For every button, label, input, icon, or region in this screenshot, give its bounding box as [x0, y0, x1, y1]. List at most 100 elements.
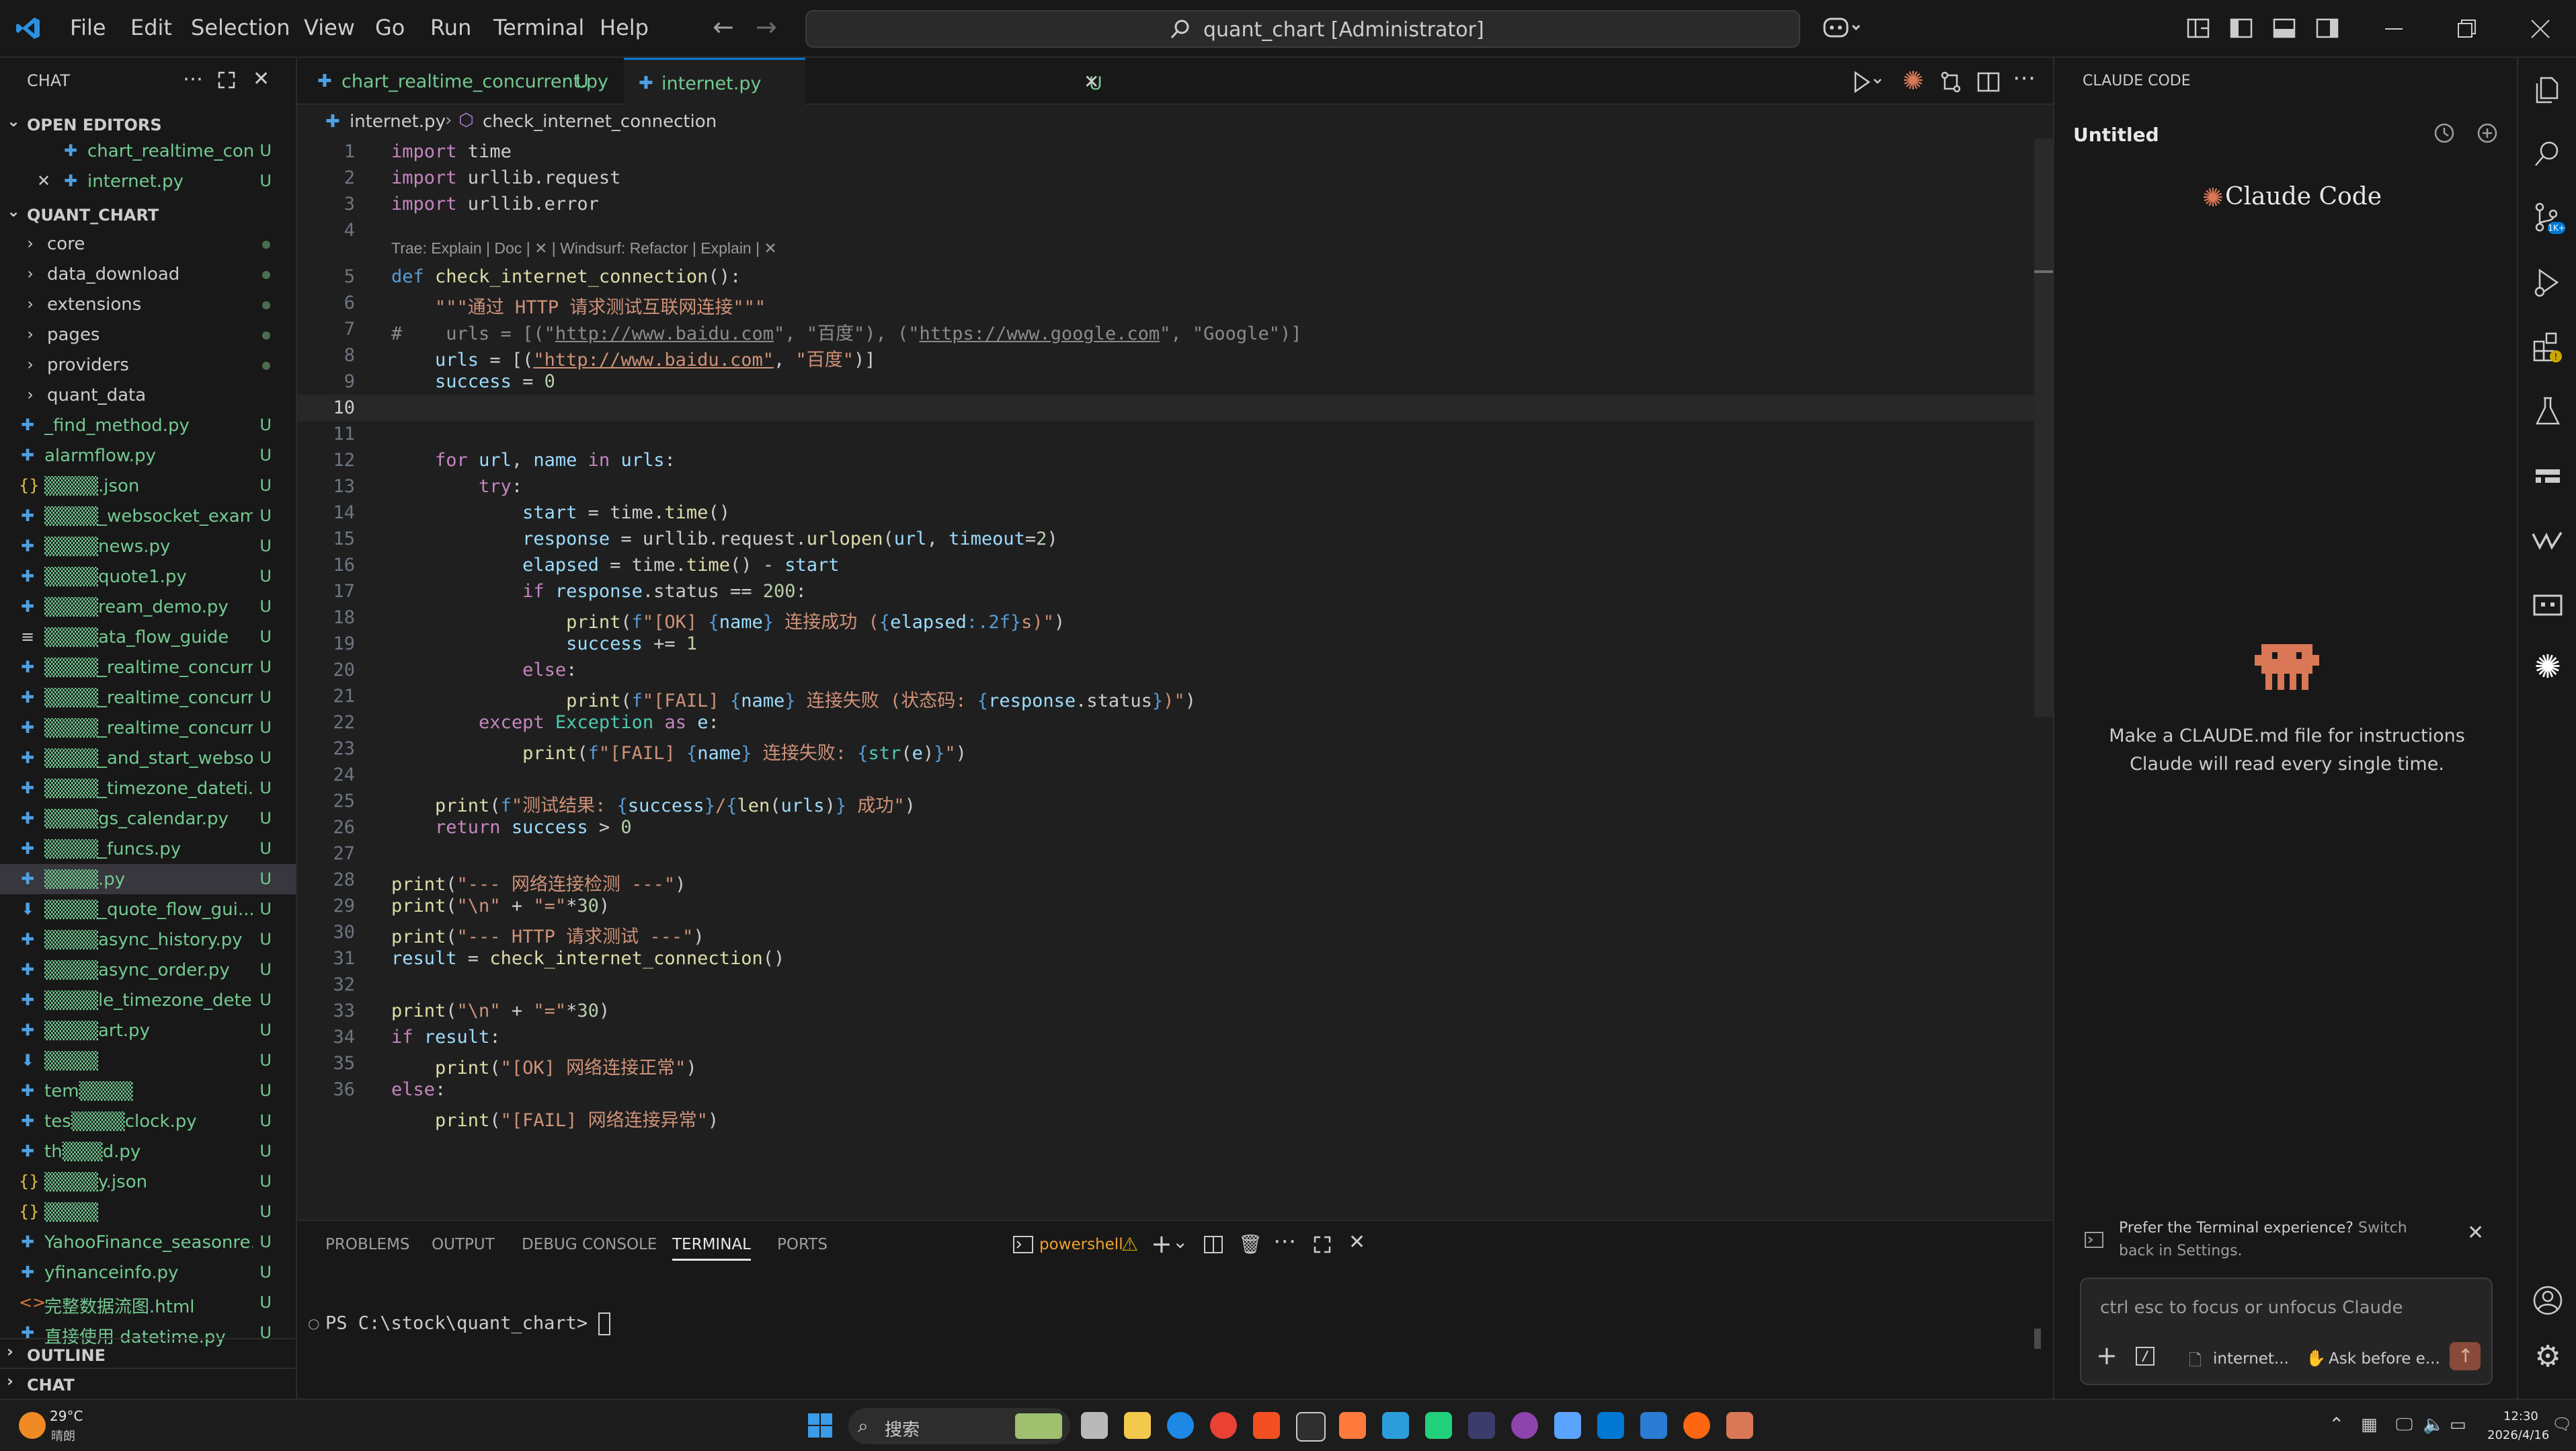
claude-prompt-input[interactable]: ctrl esc to focus or unfocus Claude + 🗋 … [2080, 1278, 2493, 1385]
more-tab-actions-icon[interactable]: ⋯ [2013, 65, 2036, 91]
close-sidebar-icon[interactable]: ✕ [253, 67, 270, 91]
command-center-search[interactable]: quant_chart [Administrator] [805, 10, 1800, 48]
nav-forward-icon[interactable]: → [756, 12, 777, 42]
file-item[interactable]: ✚ tes▒▒▒▒clock.py U [0, 1106, 296, 1136]
testing-flask-icon[interactable] [2530, 394, 2565, 429]
codelens-actions[interactable]: Trae: Explain | Doc | ✕ | Windsurf: Refa… [391, 239, 777, 258]
weather-icon[interactable] [19, 1412, 46, 1439]
vscode-taskbar-icon[interactable] [1597, 1412, 1624, 1439]
account-icon[interactable] [2530, 1283, 2565, 1318]
search-icon[interactable] [2530, 136, 2565, 171]
open-editor-item-active[interactable]: ✕ ✚ internet.py U [0, 166, 296, 196]
customize-layout-icon[interactable] [2186, 16, 2210, 40]
file-item[interactable]: ✚▒▒▒▒_realtime_concurre...U [0, 682, 296, 713]
split-editor-icon[interactable] [1976, 70, 2001, 94]
new-session-icon[interactable] [2475, 121, 2499, 145]
chevron-down-icon[interactable]: ⌄ [1172, 1230, 1188, 1253]
tab-debug-console[interactable]: DEBUG CONSOLE [522, 1236, 657, 1253]
run-and-debug-icon[interactable] [2530, 265, 2565, 300]
close-tab-icon[interactable]: ✕ [1084, 71, 1099, 93]
send-button[interactable]: ↑ [2450, 1342, 2481, 1370]
tab-terminal[interactable]: TERMINAL [672, 1236, 751, 1261]
toggle-secondary-sidebar-icon[interactable] [2315, 16, 2339, 40]
file-item[interactable]: ✚ ▒▒▒▒async_history.py U [0, 925, 296, 955]
folder-item[interactable]: › pages [0, 319, 296, 350]
tab-chart-realtime[interactable]: ✚ chart_realtime_concurrent.py U [297, 58, 624, 105]
file-explorer-icon[interactable] [1124, 1412, 1151, 1439]
file-item[interactable]: ✚ th▒▒▒d.py U [0, 1136, 296, 1167]
app-icon-orange[interactable] [1339, 1412, 1366, 1439]
file-item[interactable]: ✚ ▒▒▒▒_funcs.py U [0, 834, 296, 864]
file-item[interactable]: ✚▒▒▒▒_realtime_concurre...U [0, 713, 296, 743]
explorer-icon[interactable] [2530, 73, 2565, 108]
slash-command-icon[interactable] [2135, 1346, 2155, 1366]
folder-item[interactable]: › core [0, 229, 296, 259]
file-item[interactable]: ✚ ▒▒▒▒_timezone_dateti... U [0, 773, 296, 803]
volume-icon[interactable]: 🔈 [2423, 1415, 2444, 1435]
tab-internet-py[interactable]: ✚ internet.py U ✕ [624, 58, 1102, 107]
file-item[interactable]: ✚ _find_method.py U [0, 410, 296, 440]
nav-back-icon[interactable]: ← [713, 12, 734, 42]
chat-section[interactable]: › CHAT [0, 1368, 296, 1399]
folder-item[interactable]: › providers [0, 350, 296, 380]
permission-mode-chip[interactable]: Ask before e... [2329, 1350, 2440, 1368]
clock-date[interactable]: 2026/4/16 [2487, 1428, 2549, 1442]
file-item[interactable]: ✚ ▒▒▒▒_websocket_exam... U [0, 501, 296, 531]
menu-edit[interactable]: Edit [130, 15, 172, 40]
tab-ports[interactable]: PORTS [777, 1236, 828, 1253]
maximize-panel-icon[interactable] [1312, 1234, 1332, 1255]
menu-go[interactable]: Go [375, 15, 405, 40]
file-item[interactable]: ✚ ▒▒▒▒quote1.py U [0, 561, 296, 592]
tray-app-icon[interactable]: ▦ [2361, 1415, 2378, 1435]
dismiss-notice-icon[interactable]: ✕ [2467, 1221, 2484, 1245]
add-context-icon[interactable]: + [2096, 1341, 2118, 1370]
maximize-icon[interactable] [216, 70, 237, 90]
session-title[interactable]: Untitled [2073, 124, 2159, 146]
network-icon[interactable]: 🖵 [2396, 1415, 2413, 1436]
new-terminal-icon[interactable]: + [1151, 1229, 1172, 1259]
file-item[interactable]: ✚▒▒▒▒le_timezone_detect...U [0, 985, 296, 1015]
file-item[interactable]: ✚▒▒▒▒_and_start_websoc...U [0, 743, 296, 773]
folder-item[interactable]: › data_download [0, 259, 296, 289]
terminal-app-icon[interactable] [1296, 1412, 1326, 1442]
taskbar-search[interactable]: ⌕ 搜索 [848, 1408, 1070, 1444]
file-item[interactable]: ⬇ ▒▒▒▒ U [0, 1046, 296, 1076]
menu-file[interactable]: File [70, 15, 106, 40]
close-panel-icon[interactable]: ✕ [1349, 1230, 1365, 1254]
menu-terminal[interactable]: Terminal [493, 15, 584, 40]
chrome-browser-icon[interactable] [1210, 1412, 1237, 1439]
remote-explorer-icon[interactable] [2530, 459, 2565, 494]
open-editors-section[interactable]: ⌄ OPEN EDITORS [0, 109, 296, 139]
terminal-scrollbar[interactable] [2034, 1329, 2041, 1349]
word-icon[interactable] [1640, 1412, 1667, 1439]
outline-section[interactable]: › OUTLINE [0, 1338, 296, 1369]
pycharm-icon[interactable] [1425, 1412, 1452, 1439]
file-item[interactable]: ⬇ ▒▒▒▒_quote_flow_gui... U [0, 894, 296, 925]
compare-changes-icon[interactable] [1939, 70, 1963, 94]
claude-code-icon[interactable]: ✺ [1902, 66, 1924, 95]
source-control-icon[interactable]: 1K+ [2530, 200, 2565, 235]
file-item[interactable]: <> 完整数据流图.html U [0, 1288, 296, 1318]
trash-icon[interactable]: 🗑 [1238, 1233, 1262, 1255]
file-item[interactable]: ✚ ▒▒▒▒ream_demo.py U [0, 592, 296, 622]
notifications-icon[interactable]: 🗨 [2552, 1415, 2572, 1434]
breadcrumb-file[interactable]: internet.py [350, 112, 446, 132]
quant-chart-folder-section[interactable]: ⌄ QUANT_CHART [0, 199, 296, 229]
file-item[interactable]: ✚ ▒▒▒▒async_order.py U [0, 955, 296, 985]
close-window-icon[interactable] [2525, 13, 2556, 44]
store-app-icon[interactable] [1253, 1412, 1280, 1439]
editor-scrollbar[interactable] [2034, 139, 2053, 717]
toggle-panel-icon[interactable] [2272, 16, 2296, 40]
more-panel-actions-icon[interactable]: ⋯ [1273, 1228, 1296, 1255]
tab-problems[interactable]: PROBLEMS [325, 1236, 410, 1253]
code-editor[interactable]: 1 import time 2 import urllib.request 3 imp… [297, 139, 2053, 1220]
copilot-icon[interactable] [1822, 13, 1862, 43]
trae-icon[interactable] [2530, 588, 2565, 623]
menu-run[interactable]: Run [430, 15, 471, 40]
file-item[interactable]: {} ▒▒▒▒.json U [0, 471, 296, 501]
file-item[interactable]: ✚ ▒▒▒▒gs_calendar.py U [0, 803, 296, 834]
breadcrumb-symbol[interactable]: check_internet_connection [483, 112, 717, 132]
restore-icon[interactable] [2451, 13, 2482, 44]
open-editor-item[interactable]: ✚ chart_realtime_con... U [0, 136, 296, 166]
close-editor-icon[interactable]: ✕ [35, 171, 52, 190]
